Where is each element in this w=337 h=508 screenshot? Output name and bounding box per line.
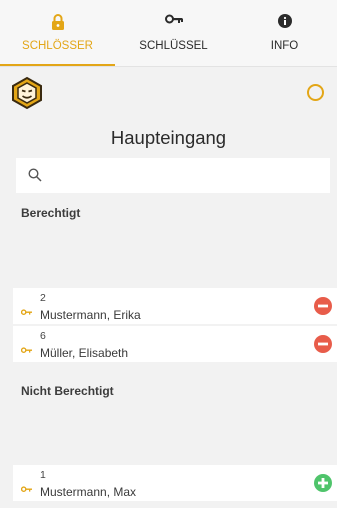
lock-title: Haupteingang [110,127,227,148]
search-bar [16,158,330,193]
list-item[interactable]: 1 Mustermann, Max [13,465,337,501]
remove-user-button[interactable] [314,335,332,358]
status-ring-icon [307,84,324,101]
tab-keys-label: SCHLÜSSEL [139,40,208,52]
lock-icon [51,14,65,33]
key-icon [20,341,32,359]
tab-info[interactable]: INFO [232,0,337,66]
user-number: 6 [40,330,46,342]
search-icon [28,168,42,187]
search-input[interactable] [52,164,326,188]
user-name: Müller, Elisabeth [40,346,129,360]
add-user-button[interactable] [314,474,332,497]
authorized-section-title: Berechtigt [21,206,81,220]
tab-locks-label: SCHLÖSSER [22,40,93,52]
user-number: 2 [40,292,46,304]
tab-locks[interactable]: SCHLÖSSER [0,0,115,66]
tab-bar: SCHLÖSSER SCHLÜSSEL INFO [0,0,337,67]
lion-logo-icon [10,76,44,110]
list-item[interactable]: 2 Mustermann, Erika [13,288,337,324]
tab-keys[interactable]: SCHLÜSSEL [115,0,232,66]
info-icon [277,14,292,31]
remove-user-button[interactable] [314,297,332,320]
key-icon [20,480,32,498]
user-number: 1 [40,469,46,481]
key-icon [164,14,183,29]
tab-info-label: INFO [270,40,299,52]
user-name: Mustermann, Erika [40,308,141,322]
list-item[interactable]: 6 Müller, Elisabeth [13,326,337,362]
key-icon [20,303,32,321]
unauthorized-section-title: Nicht Berechtigt [21,384,114,398]
user-name: Mustermann, Max [40,485,137,499]
